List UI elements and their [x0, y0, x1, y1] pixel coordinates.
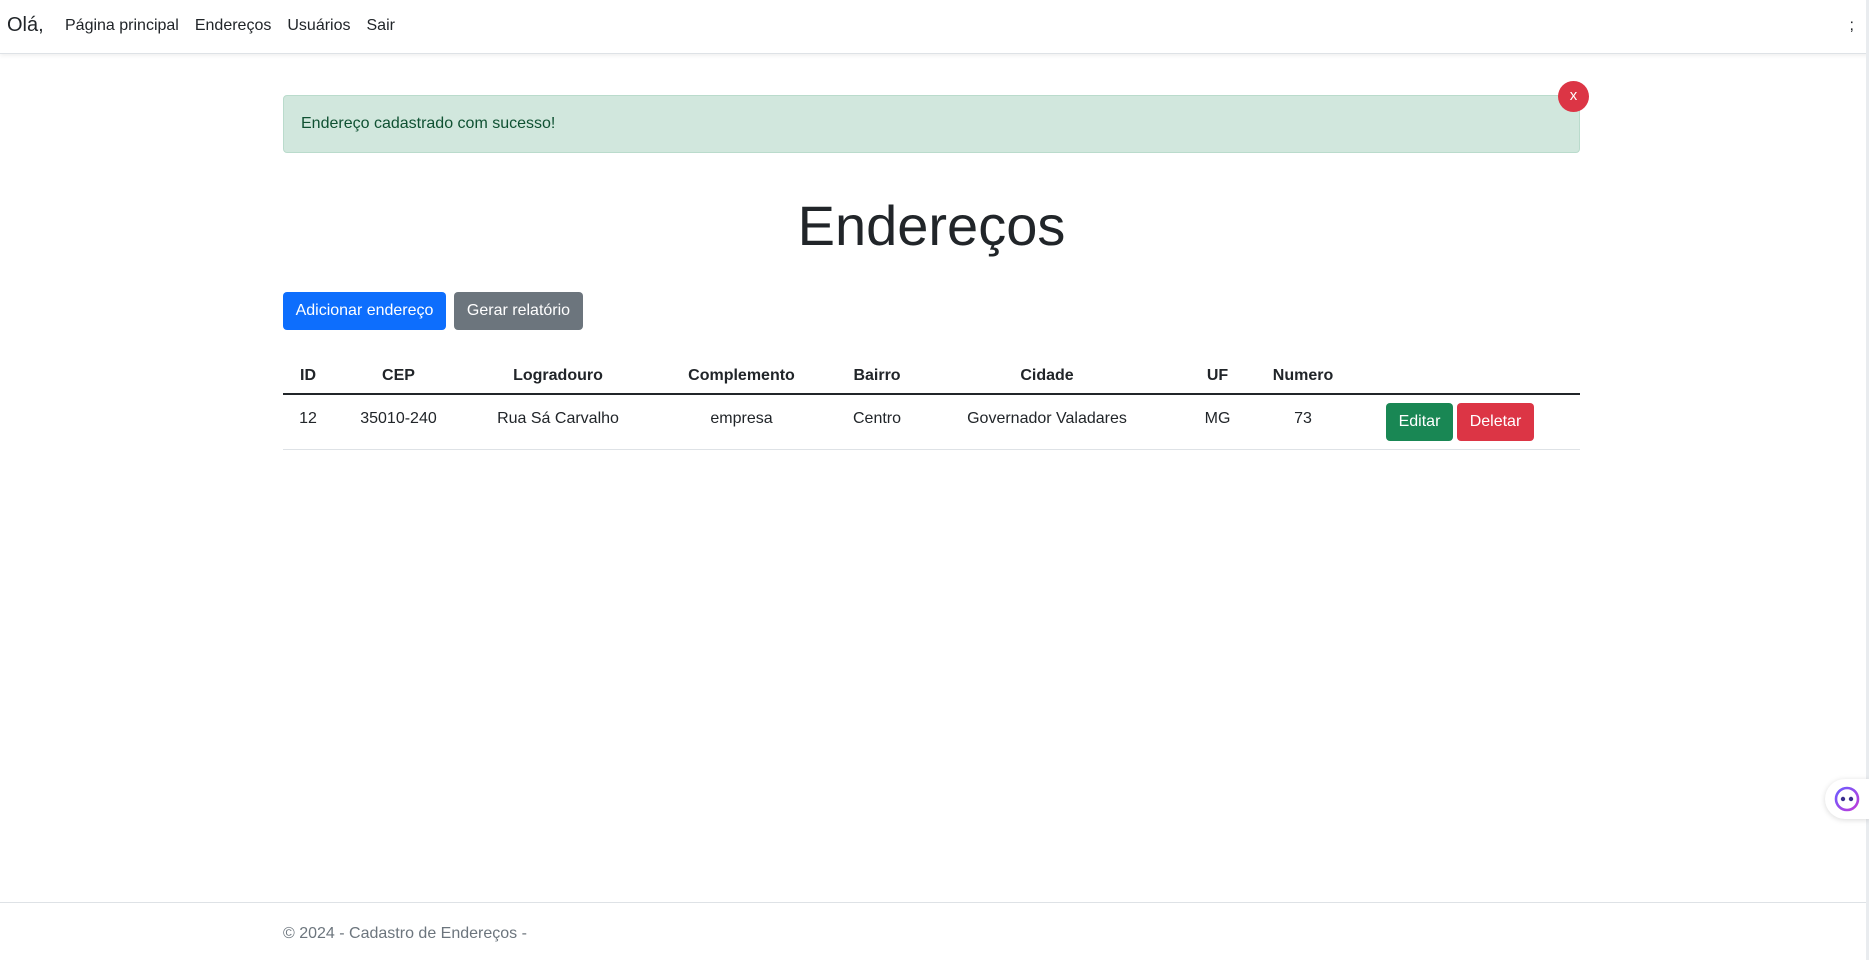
- delete-button[interactable]: Deletar: [1457, 403, 1534, 441]
- nav-right-text: ;: [1849, 17, 1854, 34]
- footer: © 2024 - Cadastro de Endereços -: [0, 902, 1866, 960]
- nav-link-home[interactable]: Página principal: [65, 17, 179, 35]
- cell-id: 12: [283, 394, 333, 450]
- col-header-cidade: Cidade: [923, 359, 1171, 395]
- cell-logradouro: Rua Sá Carvalho: [464, 394, 652, 450]
- col-header-numero: Numero: [1264, 359, 1342, 395]
- col-header-complemento: Complemento: [652, 359, 831, 395]
- navbar: Olá, Página principal Endereços Usuários…: [0, 0, 1869, 54]
- footer-text: © 2024 - Cadastro de Endereços -: [283, 925, 527, 942]
- nav-links: Página principal Endereços Usuários Sair: [65, 17, 411, 35]
- success-alert: Endereço cadastrado com sucesso!: [283, 95, 1580, 153]
- col-header-logradouro: Logradouro: [464, 359, 652, 395]
- col-header-uf: UF: [1171, 359, 1264, 395]
- generate-report-button[interactable]: Gerar relatório: [454, 292, 583, 330]
- alert-close-button[interactable]: x: [1558, 81, 1589, 112]
- table-header-row: ID CEP Logradouro Complemento Bairro Cid…: [283, 359, 1580, 395]
- edit-button[interactable]: Editar: [1386, 403, 1453, 441]
- nav-link-usuarios[interactable]: Usuários: [287, 17, 350, 35]
- col-header-id: ID: [283, 359, 333, 395]
- cell-bairro: Centro: [831, 394, 923, 450]
- cell-cidade: Governador Valadares: [923, 394, 1171, 450]
- nav-link-sair[interactable]: Sair: [367, 17, 395, 35]
- alert-message: Endereço cadastrado com sucesso!: [301, 115, 556, 132]
- col-header-cep: CEP: [333, 359, 464, 395]
- col-header-bairro: Bairro: [831, 359, 923, 395]
- cell-cep: 35010-240: [333, 394, 464, 450]
- add-address-button[interactable]: Adicionar endereço: [283, 292, 446, 330]
- brand-greeting: Olá,: [7, 14, 44, 36]
- cell-uf: MG: [1171, 394, 1264, 450]
- assistant-icon: [1834, 786, 1860, 812]
- page-title: Endereços: [797, 194, 1066, 257]
- nav-link-enderecos[interactable]: Endereços: [195, 17, 272, 35]
- col-header-actions: [1342, 359, 1580, 395]
- cell-numero: 73: [1264, 394, 1342, 450]
- assistant-widget[interactable]: [1825, 779, 1869, 819]
- cell-complemento: empresa: [652, 394, 831, 450]
